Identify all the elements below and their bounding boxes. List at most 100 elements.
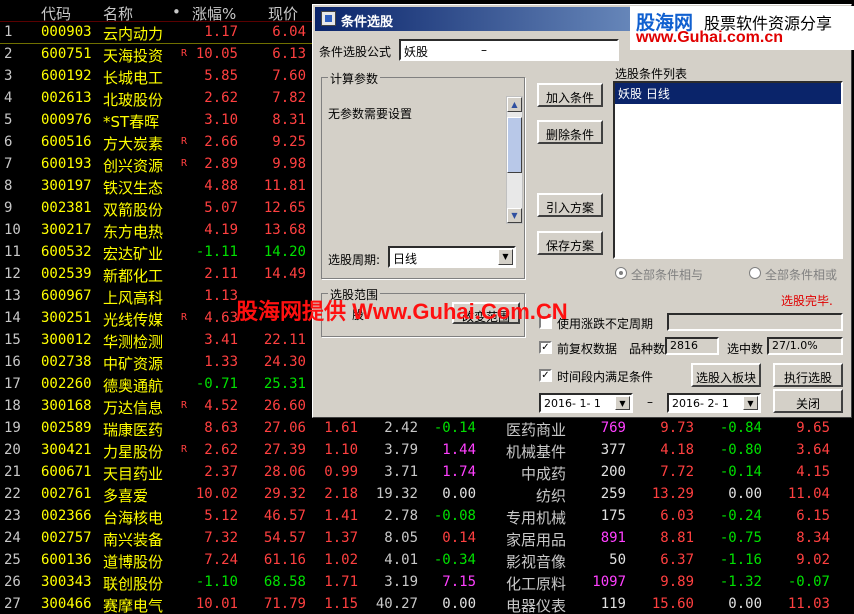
col-amp: 6.37: [660, 552, 694, 568]
chevron-down-icon[interactable]: ▼: [498, 249, 513, 265]
radio-and[interactable]: [615, 267, 627, 279]
scroll-up-icon[interactable]: ▲: [507, 97, 522, 112]
margin-mark: R: [181, 312, 188, 323]
change-percent: -1.11: [195, 244, 238, 260]
params-scrollbar[interactable]: ▲ ▼: [506, 96, 523, 224]
add-condition-button[interactable]: 加入条件: [537, 83, 603, 107]
row-index: 24: [4, 530, 21, 546]
stock-name: 南兴装备: [103, 531, 164, 549]
time-range-label: 时间段内满足条件: [557, 370, 654, 384]
industry: 医药商业: [505, 421, 566, 439]
condition-list-item[interactable]: 妖股 日线: [615, 83, 841, 104]
table-row[interactable]: 23 002366 台海核电 5.12 46.57 1.41 2.78 -0.08 专用机械 17…: [0, 506, 854, 528]
current-price: 71.79: [263, 596, 306, 612]
col-speed: -0.08: [433, 508, 476, 524]
col-amp: 9.89: [660, 574, 694, 590]
col-speed: 7.15: [442, 574, 476, 590]
radio-or[interactable]: [749, 267, 761, 279]
row-index: 26: [4, 574, 21, 590]
stock-name: 光线传媒: [103, 311, 164, 329]
change-percent: 2.37: [204, 464, 238, 480]
stock-name: 德奥通航: [103, 377, 164, 395]
row-index: 8: [4, 178, 13, 194]
stock-code: 300251: [41, 310, 92, 326]
forward-adjust-checkbox[interactable]: ✓: [539, 341, 552, 354]
current-price: 14.49: [263, 266, 306, 282]
import-plan-button[interactable]: 引入方案: [537, 193, 603, 217]
col-speed: 0.00: [442, 486, 476, 502]
save-plan-button[interactable]: 保存方案: [537, 231, 603, 255]
stock-code: 002366: [41, 508, 92, 524]
col-chg2: -0.84: [719, 420, 762, 436]
current-price: 9.98: [272, 156, 306, 172]
change-percent: 8.63: [204, 420, 238, 436]
watermark-banner: 股海网 股票软件资源分享 www.Guhai.com.cn: [630, 6, 854, 50]
header-price[interactable]: 现价: [268, 3, 298, 24]
current-price: 61.16: [263, 552, 306, 568]
status-text: 选股完毕.: [781, 294, 833, 308]
date-from-picker[interactable]: 2016- 1- 1 ▼: [539, 393, 633, 413]
header-name[interactable]: 名称: [103, 3, 133, 24]
change-percent: 2.89: [204, 156, 238, 172]
stock-name: 创兴资源: [103, 157, 164, 175]
run-selection-button[interactable]: 执行选股: [773, 363, 843, 387]
col-count: 377: [600, 442, 626, 458]
industry: 化工原料: [505, 575, 566, 593]
close-button[interactable]: 关闭: [773, 389, 843, 413]
stock-name: 东方电热: [103, 223, 164, 241]
formula-select[interactable]: 妖股 –: [399, 39, 619, 61]
industry: 专用机械: [505, 509, 566, 527]
stock-name: 万达信息: [103, 399, 164, 417]
table-row[interactable]: 27 300466 赛摩电气 10.01 71.79 1.15 40.27 0.00 电器仪表 1…: [0, 594, 854, 614]
stock-code: 002761: [41, 486, 92, 502]
stock-name: 道博股份: [103, 553, 164, 571]
change-percent: 2.66: [204, 134, 238, 150]
col-chg3: -0.07: [787, 574, 830, 590]
table-row[interactable]: 24 002757 南兴装备 7.32 54.57 1.37 8.05 0.14 家居用品 891…: [0, 528, 854, 550]
table-row[interactable]: 26 300343 联创股份 -1.10 68.58 1.71 3.19 7.15 化工原料 10…: [0, 572, 854, 594]
row-index: 2: [4, 46, 13, 62]
stock-code: 300168: [41, 398, 92, 414]
table-row[interactable]: 19 002589 瑞康医药 8.63 27.06 1.61 2.42 -0.14 医药商业 76…: [0, 418, 854, 440]
stock-code: 600751: [41, 46, 92, 62]
col-count: 175: [600, 508, 626, 524]
col-amp: 8.81: [660, 530, 694, 546]
table-row[interactable]: 20 300421 力星股份 R 2.62 27.39 1.10 3.79 1.44 机械基件 37…: [0, 440, 854, 462]
calendar-dropdown-icon[interactable]: ▼: [743, 396, 758, 410]
header-code[interactable]: 代码: [41, 3, 71, 24]
col-value: 3.71: [384, 464, 418, 480]
scroll-down-icon[interactable]: ▼: [507, 208, 522, 223]
no-params-text: 无参数需要设置: [328, 107, 413, 121]
current-price: 14.20: [263, 244, 306, 260]
col-speed: 1.44: [442, 442, 476, 458]
col-chg3: 9.65: [796, 420, 830, 436]
date-to-picker[interactable]: 2016- 2- 1 ▼: [667, 393, 761, 413]
table-row[interactable]: 21 600671 天目药业 2.37 28.06 0.99 3.71 1.74 中成药 200 7…: [0, 462, 854, 484]
current-price: 6.04: [272, 24, 306, 40]
col-value: 2.78: [384, 508, 418, 524]
delete-condition-button[interactable]: 删除条件: [537, 120, 603, 144]
condition-list[interactable]: 妖股 日线: [613, 81, 843, 259]
current-price: 46.57: [263, 508, 306, 524]
table-row[interactable]: 25 600136 道博股份 7.24 61.16 1.02 4.01 -0.34 影视音像 50…: [0, 550, 854, 572]
calendar-dropdown-icon[interactable]: ▼: [615, 396, 630, 410]
col-chg2: -1.32: [719, 574, 762, 590]
stock-code: 600193: [41, 156, 92, 172]
row-index: 3: [4, 68, 13, 84]
period-select[interactable]: 日线 ▼: [388, 246, 516, 268]
stock-name: 华测检测: [103, 333, 164, 351]
header-change[interactable]: 涨幅%: [192, 3, 236, 24]
change-percent: 2.62: [204, 90, 238, 106]
col-speed: -0.34: [433, 552, 476, 568]
table-row[interactable]: 22 002761 多喜爱 10.02 29.32 2.18 19.32 0.00 纺织 259 1…: [0, 484, 854, 506]
add-to-board-button[interactable]: 选股入板块: [691, 363, 761, 387]
row-index: 5: [4, 112, 13, 128]
change-percent: 1.13: [204, 288, 238, 304]
change-percent: 7.32: [204, 530, 238, 546]
date-from-value: 2016- 1- 1: [544, 397, 601, 410]
col-count: 50: [609, 552, 626, 568]
radio-or-label: 全部条件相或: [765, 268, 838, 282]
time-range-checkbox[interactable]: ✓: [539, 369, 552, 382]
scroll-thumb[interactable]: [507, 117, 522, 173]
formula-label: 条件选股公式: [319, 45, 392, 59]
